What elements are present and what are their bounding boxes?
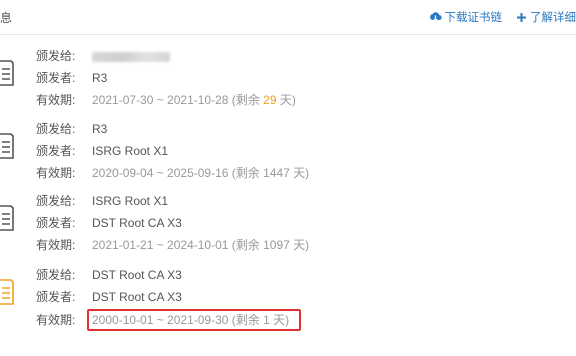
certificate-warning-icon xyxy=(0,279,14,305)
certificate-icon xyxy=(0,60,14,86)
issued-to-row: 颁发给: R3 xyxy=(36,120,107,138)
download-chain-link[interactable]: 下载证书链 xyxy=(429,9,503,25)
remaining-days-count: 29 xyxy=(263,93,277,107)
cert-item: 颁发给: R3 颁发者: ISRG Root X1 有效期: 2020-09-04 ~… xyxy=(0,119,576,191)
issuer-label: 颁发者: xyxy=(36,71,76,85)
issued-to-label: 颁发给: xyxy=(36,194,76,208)
remaining-suffix: 天) xyxy=(276,93,296,107)
learn-more-label: 了解详细 xyxy=(530,12,576,24)
validity-label: 有效期: xyxy=(36,166,76,180)
download-chain-label: 下载证书链 xyxy=(444,12,503,24)
issuer-label: 颁发者: xyxy=(36,216,76,230)
validity-row: 有效期: 2021-07-30 ~ 2021-10-28 (剩余 29 天) xyxy=(36,91,296,109)
remaining-days: (剩余 1097 天) xyxy=(231,238,310,252)
issued-to-label: 颁发给: xyxy=(36,268,76,282)
learn-more-link[interactable]: 了解详细 xyxy=(516,9,576,25)
validity-row: 有效期: 2020-09-04 ~ 2025-09-16 (剩余 1447 天) xyxy=(36,164,309,182)
plus-icon xyxy=(517,12,526,22)
validity-row: 有效期: 2021-01-21 ~ 2024-10-01 (剩余 1097 天) xyxy=(36,236,309,254)
issuer-value: DST Root CA X3 xyxy=(92,216,182,230)
certificate-icon xyxy=(0,133,14,159)
issued-to-value: DST Root CA X3 xyxy=(92,268,182,282)
cert-item: 颁发给: ISRG Root X1 颁发者: DST Root CA X3 有效期:… xyxy=(0,191,576,263)
issuer-row: 颁发者: R3 xyxy=(36,69,107,87)
issuer-label: 颁发者: xyxy=(36,144,76,158)
issued-to-value: R3 xyxy=(92,122,108,136)
cert-item: 颁发给: 颁发者: R3 有效期: 2021-07-30 ~ 2021-10-28 … xyxy=(0,46,576,118)
issued-to-row: 颁发给: xyxy=(36,47,170,65)
issued-to-row: 颁发给: ISRG Root X1 xyxy=(36,192,168,210)
issuer-value: DST Root CA X3 xyxy=(92,290,182,304)
validity-value: 2021-07-30 ~ 2021-10-28 xyxy=(92,93,229,107)
issuer-value: R3 xyxy=(92,71,108,85)
validity-label: 有效期: xyxy=(36,313,76,327)
issuer-value: ISRG Root X1 xyxy=(92,144,169,158)
issuer-row: 颁发者: ISRG Root X1 xyxy=(36,142,168,160)
issued-to-value: ISRG Root X1 xyxy=(92,194,169,208)
issued-to-label: 颁发给: xyxy=(36,49,76,63)
remaining-days: (剩余 1447 天) xyxy=(231,166,310,180)
cloud-download-icon xyxy=(429,12,442,22)
panel-header: 息 下载证书链 了解详细 xyxy=(0,0,576,35)
issued-to-row: 颁发给: DST Root CA X3 xyxy=(36,266,182,284)
validity-label: 有效期: xyxy=(36,238,76,252)
header-actions: 下载证书链 了解详细 xyxy=(429,9,576,25)
issuer-label: 颁发者: xyxy=(36,290,76,304)
remaining-days: (剩余 29 天) xyxy=(232,93,296,107)
redacted-domain xyxy=(92,51,170,62)
validity-label: 有效期: xyxy=(36,93,76,107)
remaining-prefix: (剩余 xyxy=(231,93,264,107)
certificate-icon xyxy=(0,205,14,231)
validity-value: 2020-09-04 ~ 2025-09-16 xyxy=(92,166,229,180)
issuer-row: 颁发者: DST Root CA X3 xyxy=(36,288,182,306)
issuer-row: 颁发者: DST Root CA X3 xyxy=(36,214,182,232)
issued-to-label: 颁发给: xyxy=(36,122,76,136)
validity-value: 2021-01-21 ~ 2024-10-01 xyxy=(92,238,229,252)
expired-highlight-box xyxy=(87,309,301,331)
panel-title: 息 xyxy=(0,11,13,25)
